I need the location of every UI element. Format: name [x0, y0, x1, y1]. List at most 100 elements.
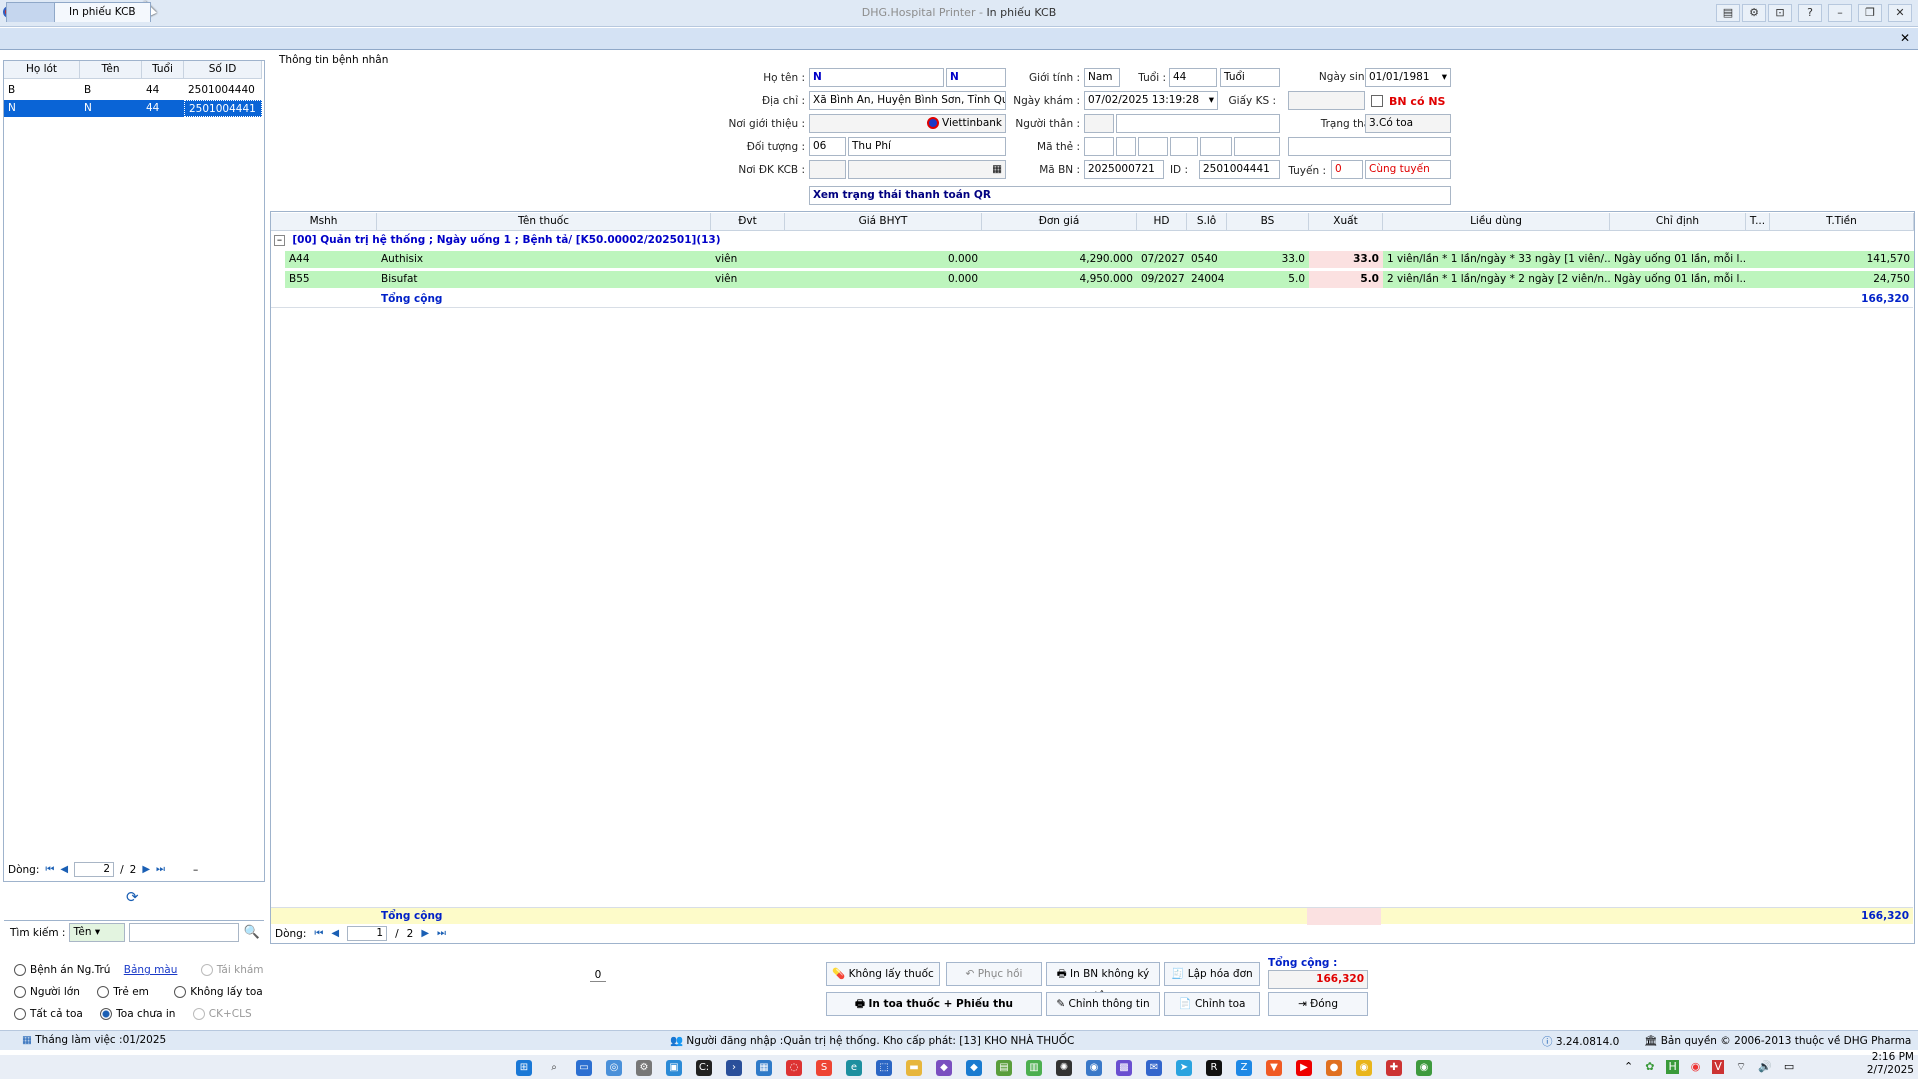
- doi-tuong-code[interactable]: 06: [809, 137, 846, 156]
- tuyen-code[interactable]: 0: [1331, 160, 1363, 179]
- dia-chi-field[interactable]: Xã Bình An, Huyện Bình Sơn, Tỉnh Quảng: [809, 91, 1006, 110]
- ma-bn-field[interactable]: 2025000721: [1084, 160, 1164, 179]
- app-icon-2[interactable]: ▣: [666, 1060, 682, 1076]
- app-icon-1[interactable]: ◎: [606, 1060, 622, 1076]
- last-page-icon[interactable]: ⏭: [156, 864, 165, 875]
- app-icon-10[interactable]: ▩: [1116, 1060, 1132, 1076]
- search-input[interactable]: [129, 923, 240, 942]
- col-dvt[interactable]: Đvt: [711, 213, 785, 231]
- close-window-button[interactable]: ✕: [1888, 4, 1912, 22]
- ngay-sinh-field[interactable]: 01/01/1981 ▾: [1365, 68, 1451, 87]
- refresh-icon[interactable]: ⟳: [126, 888, 139, 906]
- powershell-icon[interactable]: ›: [726, 1060, 742, 1076]
- app-icon-6[interactable]: ⬚: [876, 1060, 892, 1076]
- ma-the-field-3[interactable]: [1138, 137, 1168, 156]
- youtube-icon[interactable]: ▶: [1296, 1060, 1312, 1076]
- telegram-icon[interactable]: ➤: [1176, 1060, 1192, 1076]
- tool2-button[interactable]: ⚙: [1742, 4, 1766, 22]
- visual-studio-icon[interactable]: ◆: [936, 1060, 952, 1076]
- collapse-group-icon[interactable]: –: [274, 234, 285, 246]
- col-hd[interactable]: HD: [1137, 213, 1187, 231]
- chrome-icon-2[interactable]: ◉: [1416, 1060, 1432, 1076]
- settings-icon[interactable]: ⚙: [636, 1060, 652, 1076]
- app-icon-13[interactable]: ●: [1326, 1060, 1342, 1076]
- khong-lay-thuoc-button[interactable]: 💊 Không lấy thuốc: [826, 962, 940, 986]
- app-icon-5[interactable]: S: [816, 1060, 832, 1076]
- collapse-icon[interactable]: –: [193, 864, 198, 876]
- col-xuat[interactable]: Xuất: [1309, 213, 1383, 231]
- tray-chevron-icon[interactable]: ⌃: [1624, 1060, 1633, 1074]
- bang-mau-link[interactable]: Bảng màu: [124, 964, 178, 976]
- search-icon[interactable]: 🔍: [243, 925, 259, 940]
- tuoi-field[interactable]: 44: [1169, 68, 1217, 87]
- vscode-icon[interactable]: ◆: [966, 1060, 982, 1076]
- tray-v-icon[interactable]: V: [1712, 1060, 1724, 1074]
- ngay-kham-field[interactable]: 07/02/2025 13:19:28 ▾: [1084, 91, 1218, 110]
- col-bs[interactable]: BS: [1227, 213, 1309, 231]
- noi-dk-field[interactable]: ▦: [848, 160, 1006, 179]
- tray-chrome-icon[interactable]: ◉: [1691, 1060, 1701, 1074]
- app-icon-7[interactable]: ▤: [996, 1060, 1012, 1076]
- group-row[interactable]: – [00] Quản trị hệ thống ; Ngày uống 1 ;…: [271, 232, 1913, 249]
- brave-icon[interactable]: ▼: [1266, 1060, 1282, 1076]
- giay-ks-field[interactable]: [1288, 91, 1365, 110]
- ma-the-field-7[interactable]: [1288, 137, 1451, 156]
- col-tuoi[interactable]: Tuổi: [142, 61, 184, 79]
- app-icon-3[interactable]: ▦: [756, 1060, 772, 1076]
- volume-icon[interactable]: 🔊: [1758, 1060, 1772, 1074]
- wifi-icon[interactable]: ⌔: [1736, 1060, 1746, 1074]
- tab-blank[interactable]: [6, 2, 56, 22]
- dong-button[interactable]: ⇥ Đóng: [1268, 992, 1368, 1016]
- qr-status-link[interactable]: Xem trạng thái thanh toán QR: [809, 186, 1451, 205]
- prev-page-icon[interactable]: ◀: [331, 928, 339, 939]
- col-chi-dinh[interactable]: Chỉ định: [1610, 213, 1746, 231]
- col-don-gia[interactable]: Đơn giá: [982, 213, 1137, 231]
- nguoi-than-field-1[interactable]: [1084, 114, 1114, 133]
- next-page-icon[interactable]: ▶: [142, 864, 150, 875]
- col-mshh[interactable]: Mshh: [271, 213, 377, 231]
- col-gia-bhyt[interactable]: Giá BHYT: [785, 213, 982, 231]
- noi-gioi-thieu-field[interactable]: Viettinbank: [809, 114, 1006, 133]
- tool1-button[interactable]: ▤: [1716, 4, 1740, 22]
- app-icon-11[interactable]: ✉: [1146, 1060, 1162, 1076]
- close-tab-icon[interactable]: ✕: [1900, 31, 1910, 45]
- calendar-icon[interactable]: ▦: [992, 163, 1002, 175]
- chevron-down-icon[interactable]: ▾: [1442, 69, 1447, 86]
- col-so-id[interactable]: Số ID: [184, 61, 262, 79]
- clock[interactable]: 2:16 PM 2/7/2025: [1866, 1051, 1914, 1077]
- last-page-icon[interactable]: ⏭: [437, 928, 446, 939]
- chrome-icon[interactable]: ◉: [1356, 1060, 1372, 1076]
- phuc-hoi-button[interactable]: ↶ Phục hồi: [946, 962, 1042, 986]
- windows-start-icon[interactable]: ⊞: [516, 1060, 532, 1076]
- folder-icon[interactable]: ▬: [906, 1060, 922, 1076]
- app-icon-8[interactable]: ▥: [1026, 1060, 1042, 1076]
- col-s-lo[interactable]: S.lô: [1187, 213, 1227, 231]
- help-button[interactable]: ?: [1798, 4, 1822, 22]
- app-icon-12[interactable]: R: [1206, 1060, 1222, 1076]
- ma-the-field-5[interactable]: [1200, 137, 1232, 156]
- ho-ten-field-1[interactable]: N: [809, 68, 944, 87]
- radio-tre-em[interactable]: [97, 986, 110, 998]
- radio-tat-ca-toa[interactable]: [14, 1008, 26, 1020]
- lap-hoa-don-button[interactable]: 🧾 Lập hóa đơn: [1164, 962, 1260, 986]
- in-toa-button[interactable]: 🖶 In toa thuốc + Phiếu thu: [826, 992, 1042, 1016]
- minimize-button[interactable]: –: [1828, 4, 1852, 22]
- tool3-button[interactable]: ⊡: [1768, 4, 1792, 22]
- table-row[interactable]: A44 Authisix viên 0.000 4,290.000 07/202…: [271, 251, 1914, 268]
- tray-app-icon[interactable]: ✿: [1645, 1060, 1654, 1074]
- first-page-icon[interactable]: ⏮: [314, 928, 323, 939]
- ma-the-field-6[interactable]: [1234, 137, 1280, 156]
- ma-the-field-1[interactable]: [1084, 137, 1114, 156]
- ho-ten-field-2[interactable]: N: [946, 68, 1006, 87]
- radio-ck-cls[interactable]: [192, 1008, 205, 1020]
- tab-in-phieu-kcb[interactable]: In phiếu KCB: [54, 2, 151, 22]
- ma-the-field-2[interactable]: [1116, 137, 1136, 156]
- radio-benh-an[interactable]: [14, 964, 26, 976]
- col-ten[interactable]: Tên: [80, 61, 142, 79]
- battery-icon[interactable]: ▭: [1784, 1060, 1794, 1074]
- gioi-tinh-field[interactable]: Nam: [1084, 68, 1120, 87]
- radio-khong-lay-toa[interactable]: [174, 986, 187, 998]
- ma-the-field-4[interactable]: [1170, 137, 1198, 156]
- table-row[interactable]: B55 Bisufat viên 0.000 4,950.000 09/2027…: [271, 271, 1914, 288]
- edge-icon[interactable]: e: [846, 1060, 862, 1076]
